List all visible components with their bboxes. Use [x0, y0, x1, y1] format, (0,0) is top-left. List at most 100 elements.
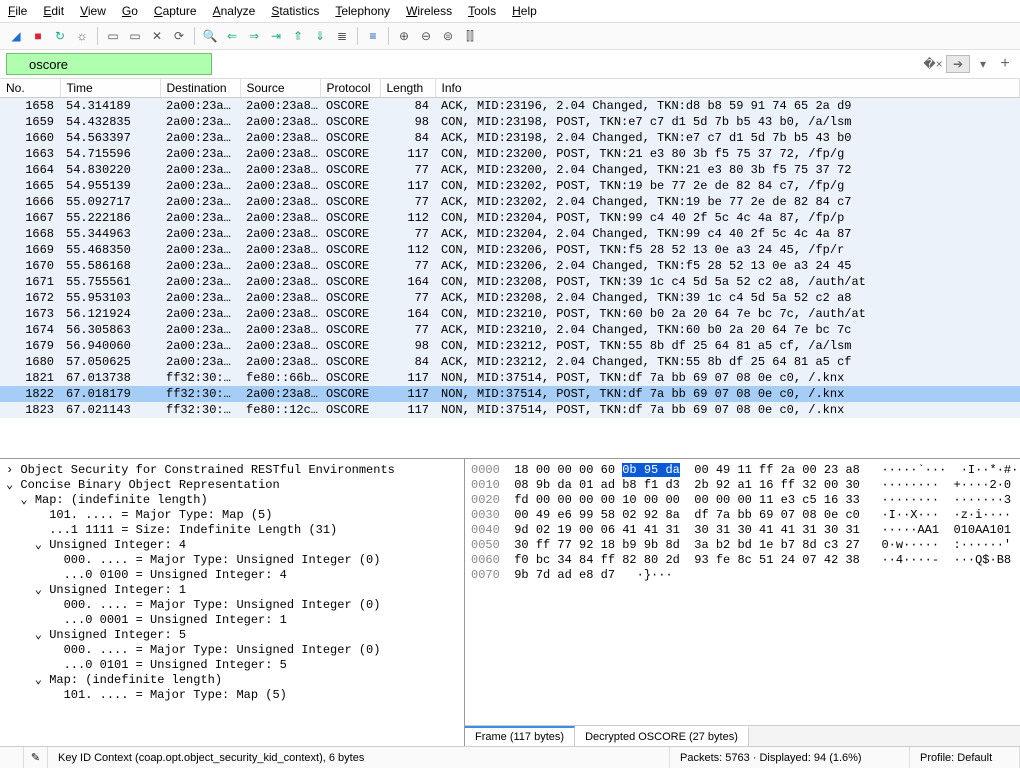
prev-icon[interactable]: ⇐: [222, 26, 242, 46]
packet-row[interactable]: 167055.5861682a00:23a…2a00:23a8…OSCORE77…: [0, 258, 1020, 274]
status-packet-counts: Packets: 5763 · Displayed: 94 (1.6%): [670, 747, 910, 768]
packet-row[interactable]: 165954.4328352a00:23a…2a00:23a8…OSCORE98…: [0, 114, 1020, 130]
packet-row[interactable]: 165854.3141892a00:23a…2a00:23a8…OSCORE84…: [0, 98, 1020, 115]
menu-capture[interactable]: Capture: [154, 4, 197, 18]
tree-item[interactable]: ...0 0001 = Unsigned Integer: 1: [0, 613, 464, 628]
hex-row[interactable]: 0020 fd 00 00 00 00 10 00 00 00 00 00 11…: [471, 493, 1014, 508]
status-profile[interactable]: Profile: Default: [910, 747, 1020, 768]
filter-history-icon[interactable]: ▾: [974, 55, 992, 73]
colorize-icon[interactable]: ≡: [363, 26, 383, 46]
packet-row[interactable]: 182267.018179ff32:30:…2a00:23a8…OSCORE11…: [0, 386, 1020, 402]
display-filter-row: ❘▯ �× ➔ ▾ +: [0, 50, 1020, 79]
last-icon[interactable]: ⇓: [310, 26, 330, 46]
zoom-reset-icon[interactable]: ⊜: [438, 26, 458, 46]
find-icon[interactable]: 🔍: [200, 26, 220, 46]
column-header[interactable]: Info: [435, 79, 1020, 98]
hex-row[interactable]: 0010 08 9b da 01 ad b8 f1 d3 2b 92 a1 16…: [471, 478, 1014, 493]
menu-bar: File Edit View Go Capture Analyze Statistics Te…: [0, 0, 1020, 23]
packet-bytes-pane[interactable]: 0000 18 00 00 00 60 0b 95 da 00 49 11 ff…: [465, 459, 1020, 725]
hex-row[interactable]: 0000 18 00 00 00 60 0b 95 da 00 49 11 ff…: [471, 463, 1014, 478]
autoscroll-icon[interactable]: ≣: [332, 26, 352, 46]
packet-row[interactable]: 166354.7155962a00:23a…2a00:23a8…OSCORE11…: [0, 146, 1020, 162]
tree-item[interactable]: 101. .... = Major Type: Map (5): [0, 688, 464, 703]
save-icon[interactable]: ▭: [125, 26, 145, 46]
tree-item[interactable]: ⌄ Unsigned Integer: 5: [0, 628, 464, 643]
packet-row[interactable]: 182167.013738ff32:30:…fe80::66b…OSCORE11…: [0, 370, 1020, 386]
tree-item[interactable]: ...1 1111 = Size: Indefinite Length (31): [0, 523, 464, 538]
packet-list-pane[interactable]: No.TimeDestinationSourceProtocolLengthIn…: [0, 79, 1020, 459]
edit-icon[interactable]: ✎: [24, 747, 48, 768]
menu-help[interactable]: Help: [512, 4, 537, 18]
column-header[interactable]: Length: [380, 79, 435, 98]
packet-row[interactable]: 168057.0506252a00:23a…2a00:23a8…OSCORE84…: [0, 354, 1020, 370]
zoom-out-icon[interactable]: ⊖: [416, 26, 436, 46]
tree-item[interactable]: › Object Security for Constrained RESTfu…: [0, 463, 464, 478]
packet-row[interactable]: 167155.7555612a00:23a…2a00:23a8…OSCORE16…: [0, 274, 1020, 290]
column-header[interactable]: Protocol: [320, 79, 380, 98]
menu-view[interactable]: View: [80, 4, 106, 18]
tree-item[interactable]: 000. .... = Major Type: Unsigned Integer…: [0, 598, 464, 613]
stop-capture-icon[interactable]: ■: [28, 26, 48, 46]
tree-item[interactable]: 000. .... = Major Type: Unsigned Integer…: [0, 553, 464, 568]
packet-row[interactable]: 167356.1219242a00:23a…2a00:23a8…OSCORE16…: [0, 306, 1020, 322]
hex-row[interactable]: 0060 f0 bc 34 84 ff 82 80 2d 93 fe 8c 51…: [471, 553, 1014, 568]
hex-row[interactable]: 0070 9b 7d ad e8 d7 ·}···: [471, 568, 1014, 583]
add-filter-button-icon[interactable]: +: [996, 55, 1014, 73]
packet-row[interactable]: 166454.8302202a00:23a…2a00:23a8…OSCORE77…: [0, 162, 1020, 178]
menu-edit[interactable]: Edit: [43, 4, 64, 18]
menu-telephony[interactable]: Telephony: [335, 4, 390, 18]
reload-icon[interactable]: ⟳: [169, 26, 189, 46]
column-header[interactable]: Time: [60, 79, 160, 98]
packet-row[interactable]: 166755.2221862a00:23a…2a00:23a8…OSCORE11…: [0, 210, 1020, 226]
menu-statistics[interactable]: Statistics: [271, 4, 319, 18]
start-capture-icon[interactable]: ◢: [6, 26, 26, 46]
status-field-label: Key ID Context (coap.opt.object_security…: [48, 747, 670, 768]
tree-item[interactable]: ⌄ Unsigned Integer: 1: [0, 583, 464, 598]
packet-row[interactable]: 167255.9531032a00:23a…2a00:23a8…OSCORE77…: [0, 290, 1020, 306]
tree-item[interactable]: ⌄ Concise Binary Object Representation: [0, 478, 464, 493]
resize-cols-icon[interactable]: ⫿⫿: [460, 26, 480, 46]
status-bar: ✎ Key ID Context (coap.opt.object_securi…: [0, 746, 1020, 768]
packet-row[interactable]: 166554.9551392a00:23a…2a00:23a8…OSCORE11…: [0, 178, 1020, 194]
menu-go[interactable]: Go: [122, 4, 138, 18]
packet-row[interactable]: 167956.9400602a00:23a…2a00:23a8…OSCORE98…: [0, 338, 1020, 354]
options-icon[interactable]: ☼: [72, 26, 92, 46]
bytes-tabs: Frame (117 bytes) Decrypted OSCORE (27 b…: [465, 725, 1020, 746]
tree-item[interactable]: ...0 0101 = Unsigned Integer: 5: [0, 658, 464, 673]
first-icon[interactable]: ⇑: [288, 26, 308, 46]
tree-item[interactable]: 101. .... = Major Type: Map (5): [0, 508, 464, 523]
packet-row[interactable]: 166054.5633972a00:23a…2a00:23a8…OSCORE84…: [0, 130, 1020, 146]
menu-tools[interactable]: Tools: [468, 4, 496, 18]
hex-row[interactable]: 0040 9d 02 19 00 06 41 41 31 30 31 30 41…: [471, 523, 1014, 538]
packet-row[interactable]: 167456.3058632a00:23a…2a00:23a8…OSCORE77…: [0, 322, 1020, 338]
menu-analyze[interactable]: Analyze: [213, 4, 256, 18]
jump-icon[interactable]: ⇥: [266, 26, 286, 46]
packet-row[interactable]: 166655.0927172a00:23a…2a00:23a8…OSCORE77…: [0, 194, 1020, 210]
tree-item[interactable]: ⌄ Map: (indefinite length): [0, 493, 464, 508]
clear-filter-icon[interactable]: �×: [924, 55, 942, 73]
tree-item[interactable]: ⌄ Unsigned Integer: 4: [0, 538, 464, 553]
bytes-tab-frame[interactable]: Frame (117 bytes): [465, 726, 575, 746]
menu-wireless[interactable]: Wireless: [406, 4, 452, 18]
tree-item[interactable]: 000. .... = Major Type: Unsigned Integer…: [0, 643, 464, 658]
packet-row[interactable]: 182367.021143ff32:30:…fe80::12c…OSCORE11…: [0, 402, 1020, 418]
column-header[interactable]: Source: [240, 79, 320, 98]
packet-details-pane[interactable]: › Object Security for Constrained RESTfu…: [0, 459, 465, 746]
packet-row[interactable]: 166955.4683502a00:23a…2a00:23a8…OSCORE11…: [0, 242, 1020, 258]
open-icon[interactable]: ▭: [103, 26, 123, 46]
packet-row[interactable]: 166855.3449632a00:23a…2a00:23a8…OSCORE77…: [0, 226, 1020, 242]
next-icon[interactable]: ⇒: [244, 26, 264, 46]
close-icon[interactable]: ✕: [147, 26, 167, 46]
apply-filter-icon[interactable]: ➔: [946, 55, 970, 73]
tree-item[interactable]: ...0 0100 = Unsigned Integer: 4: [0, 568, 464, 583]
column-header[interactable]: No.: [0, 79, 60, 98]
restart-capture-icon[interactable]: ↻: [50, 26, 70, 46]
hex-row[interactable]: 0030 00 49 e6 99 58 02 92 8a df 7a bb 69…: [471, 508, 1014, 523]
column-header[interactable]: Destination: [160, 79, 240, 98]
display-filter-input[interactable]: [6, 53, 212, 75]
menu-file[interactable]: File: [8, 4, 27, 18]
hex-row[interactable]: 0050 30 ff 77 92 18 b9 9b 8d 3a b2 bd 1e…: [471, 538, 1014, 553]
bytes-tab-decrypted[interactable]: Decrypted OSCORE (27 bytes): [575, 726, 749, 746]
tree-item[interactable]: ⌄ Map: (indefinite length): [0, 673, 464, 688]
zoom-in-icon[interactable]: ⊕: [394, 26, 414, 46]
